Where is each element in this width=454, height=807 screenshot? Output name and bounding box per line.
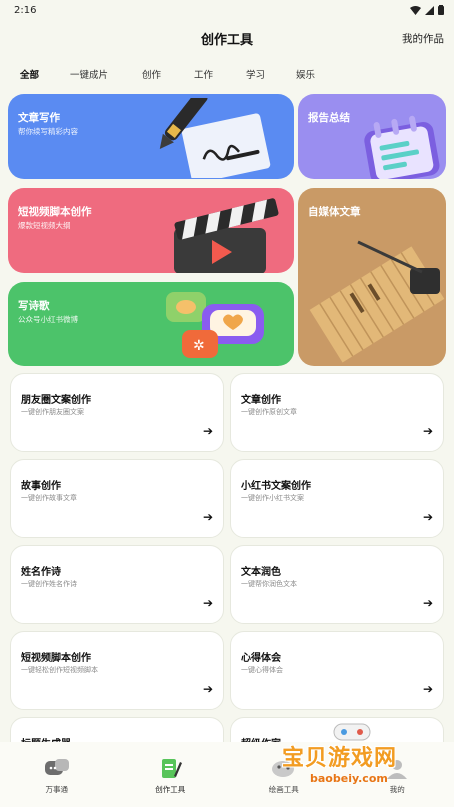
feature-title: 报告总结	[308, 112, 350, 124]
tool-card-reflection[interactable]: 心得体会 一键心得体会 ➔	[230, 631, 444, 710]
status-icons	[410, 5, 444, 15]
tab-all[interactable]: 全部	[20, 67, 70, 81]
tab-create[interactable]: 创作	[142, 67, 194, 81]
tool-subtitle: 一键创作小红书文案	[241, 494, 304, 502]
tool-title: 姓名作诗	[21, 567, 61, 578]
gamepad-icon	[333, 723, 371, 741]
tool-title: 朋友圈文案创作	[21, 395, 91, 406]
watermark: 宝贝游戏网 baobeiy.com	[280, 723, 454, 804]
feature-card-report[interactable]: 报告总结	[298, 94, 446, 179]
tab-work[interactable]: 工作	[194, 67, 246, 81]
chat-bubbles-icon: ✲	[166, 292, 264, 358]
tool-subtitle: 一键创作原创文章	[241, 408, 297, 416]
tab-one-click[interactable]: 一键成片	[70, 67, 142, 81]
arrow-right-icon: ➔	[202, 510, 213, 524]
tool-card-polish[interactable]: 文本润色 一键帮你润色文本 ➔	[230, 545, 444, 624]
tool-title: 文章创作	[241, 395, 281, 406]
wifi-icon	[410, 5, 421, 15]
status-time: 2:16	[14, 4, 37, 16]
arrow-right-icon: ➔	[422, 596, 433, 610]
feature-title: 写诗歌	[18, 300, 50, 312]
tool-subtitle: 一键创作姓名作诗	[21, 580, 77, 588]
my-works-link[interactable]: 我的作品	[402, 31, 444, 46]
tool-card-video-script[interactable]: 短视频脚本创作 一键轻松创作短视频脚本 ➔	[10, 631, 224, 710]
feature-card-media[interactable]: 自媒体文章	[298, 188, 446, 366]
watermark-text: 宝贝游戏网	[282, 746, 398, 771]
clapperboard-icon	[174, 198, 279, 273]
chat-bubble-icon	[43, 756, 71, 780]
tool-title: 故事创作	[21, 481, 61, 492]
tool-subtitle: 一键轻松创作短视频脚本	[21, 666, 98, 674]
nav-label: 万事通	[45, 785, 69, 794]
arrow-right-icon: ➔	[202, 596, 213, 610]
arrow-right-icon: ➔	[422, 510, 433, 524]
page-title: 创作工具	[200, 32, 253, 48]
tool-title: 短视频脚本创作	[21, 653, 91, 664]
arrow-right-icon: ➔	[422, 424, 433, 438]
tool-card-name-poem[interactable]: 姓名作诗 一键创作姓名作诗 ➔	[10, 545, 224, 624]
battery-icon	[438, 5, 444, 15]
feature-title: 文章写作	[18, 112, 60, 124]
signal-icon	[425, 5, 434, 15]
status-bar: 2:16	[0, 0, 454, 20]
feature-title: 短视频脚本创作	[18, 206, 92, 218]
watermark-url: baobeiy.com	[310, 772, 388, 785]
feature-title: 自媒体文章	[308, 206, 361, 218]
feature-card-video[interactable]: 短视频脚本创作 爆款短视频大纲	[8, 188, 294, 273]
notepad-pen-icon	[156, 756, 184, 780]
svg-text:✲: ✲	[193, 338, 205, 354]
tool-subtitle: 一键创作朋友圈文案	[21, 408, 84, 416]
feature-subtitle: 爆款短视频大纲	[18, 221, 71, 230]
feature-card-poem[interactable]: 写诗歌 公众号小红书微博 ✲	[8, 282, 294, 366]
arrow-right-icon: ➔	[202, 682, 213, 696]
pen-paper-icon	[159, 98, 271, 178]
feature-subtitle: 帮你续写精彩内容	[18, 127, 78, 136]
feature-card-article[interactable]: 文章写作 帮你续写精彩内容	[8, 94, 294, 179]
tool-title: 文本润色	[241, 567, 281, 578]
tool-subtitle: 一键创作故事文章	[21, 494, 77, 502]
arrow-right-icon: ➔	[202, 424, 213, 438]
bamboo-scroll-icon	[309, 240, 445, 363]
nav-item-wanshitong[interactable]: 万事通	[17, 756, 97, 795]
feature-grid: 文章写作 帮你续写精彩内容 报告总结 短视频脚本创作 爆款短视频大纲 自媒体文章…	[8, 94, 446, 366]
tab-entertainment[interactable]: 娱乐	[296, 67, 336, 81]
feature-subtitle: 公众号小红书微博	[18, 315, 78, 324]
tool-title: 小红书文案创作	[241, 481, 311, 492]
tool-subtitle: 一键帮你润色文本	[241, 580, 297, 588]
arrow-right-icon: ➔	[422, 682, 433, 696]
nav-item-create-tools[interactable]: 创作工具	[130, 756, 210, 795]
tool-card-story[interactable]: 故事创作 一键创作故事文章 ➔	[10, 459, 224, 538]
nav-label: 创作工具	[155, 785, 186, 794]
tool-card-article[interactable]: 文章创作 一键创作原创文章 ➔	[230, 373, 444, 452]
header: 创作工具 我的作品	[0, 20, 454, 56]
tool-card-moments[interactable]: 朋友圈文案创作 一键创作朋友圈文案 ➔	[10, 373, 224, 452]
calendar-icon	[364, 115, 440, 179]
tool-card-xiaohongshu[interactable]: 小红书文案创作 一键创作小红书文案 ➔	[230, 459, 444, 538]
category-tabs: 全部 一键成片 创作 工作 学习 娱乐	[0, 56, 454, 92]
tool-title: 心得体会	[241, 653, 281, 664]
tab-study[interactable]: 学习	[246, 67, 296, 81]
tool-subtitle: 一键心得体会	[241, 666, 283, 674]
